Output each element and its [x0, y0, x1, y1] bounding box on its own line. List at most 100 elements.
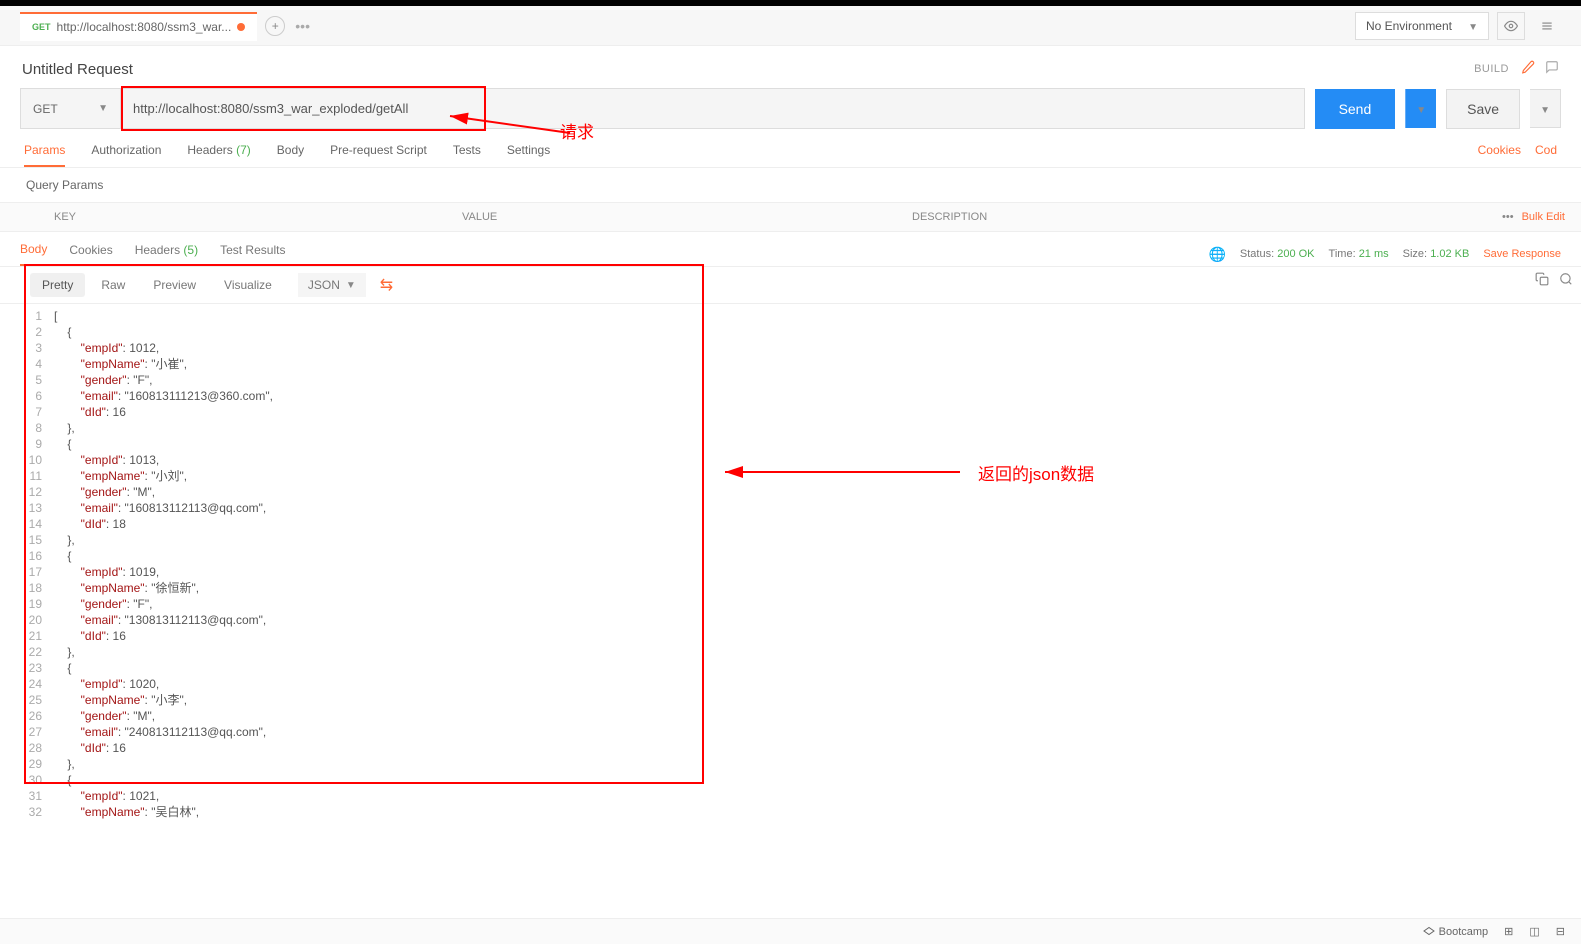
request-tab[interactable]: GET http://localhost:8080/ssm3_war... [20, 12, 257, 41]
tab-settings[interactable]: Settings [507, 143, 550, 167]
url-input[interactable] [121, 89, 1304, 128]
tab-body[interactable]: Body [277, 143, 304, 167]
code-line: 12 "gender": "M", [0, 484, 1581, 500]
query-params-label: Query Params [0, 168, 1581, 202]
search-icon[interactable] [1559, 272, 1573, 289]
panel-layout-icon[interactable]: ⊞ [1504, 925, 1513, 938]
save-dropdown[interactable]: ▼ [1530, 89, 1561, 128]
environment-bar: No Environment ▼ [1355, 12, 1561, 40]
code-line: 9 { [0, 436, 1581, 452]
code-line: 5 "gender": "F", [0, 372, 1581, 388]
code-line: 25 "empName": "小李", [0, 692, 1581, 708]
tab-headers[interactable]: Headers (7) [187, 143, 250, 167]
bootcamp-link[interactable]: Bootcamp [1423, 926, 1489, 938]
panel-bottom-icon[interactable]: ⊟ [1556, 925, 1565, 938]
request-title: Untitled Request [22, 61, 133, 78]
view-preview[interactable]: Preview [141, 273, 208, 297]
code-line: 20 "email": "130813112113@qq.com", [0, 612, 1581, 628]
save-response-link[interactable]: Save Response [1483, 248, 1561, 260]
col-description: DESCRIPTION [900, 203, 1486, 231]
tab-method: GET [32, 22, 51, 32]
request-tabs: Params Authorization Headers (7) Body Pr… [0, 129, 1581, 168]
code-line: 11 "empName": "小刘", [0, 468, 1581, 484]
time-label: Time: 21 ms [1329, 248, 1389, 260]
code-line: 31 "empId": 1021, [0, 788, 1581, 804]
code-line: 10 "empId": 1013, [0, 452, 1581, 468]
env-preview-icon[interactable] [1497, 12, 1525, 40]
status-label: Status: 200 OK [1240, 248, 1315, 260]
environment-select[interactable]: No Environment ▼ [1355, 12, 1489, 40]
method-select[interactable]: GET ▼ [21, 89, 121, 128]
col-key: KEY [0, 203, 450, 231]
copy-icon[interactable] [1535, 272, 1549, 289]
url-group: GET ▼ [20, 88, 1305, 129]
tab-params[interactable]: Params [24, 143, 65, 167]
code-line: 21 "dId": 16 [0, 628, 1581, 644]
footer-bar: Bootcamp ⊞ ◫ ⊟ [0, 918, 1581, 944]
globe-icon[interactable]: 🌐 [1208, 246, 1225, 263]
wrap-lines-icon[interactable]: ⇆ [380, 275, 393, 295]
code-line: 27 "email": "240813112113@qq.com", [0, 724, 1581, 740]
code-line: 16 { [0, 548, 1581, 564]
request-title-row: Untitled Request BUILD [0, 46, 1581, 88]
send-button[interactable]: Send [1315, 89, 1396, 129]
code-line: 23 { [0, 660, 1581, 676]
tab-more-icon[interactable]: ••• [295, 18, 310, 34]
code-line: 26 "gender": "M", [0, 708, 1581, 724]
view-pretty[interactable]: Pretty [30, 273, 85, 297]
caret-down-icon: ▼ [346, 280, 356, 291]
size-label: Size: 1.02 KB [1403, 248, 1470, 260]
bulk-edit-link[interactable]: Bulk Edit [1522, 211, 1565, 223]
response-tabs: Body Cookies Headers (5) Test Results 🌐 … [0, 232, 1581, 267]
view-raw[interactable]: Raw [89, 273, 137, 297]
view-visualize[interactable]: Visualize [212, 273, 284, 297]
code-line: 30 { [0, 772, 1581, 788]
response-body[interactable]: 1[2 {3 "empId": 1012,4 "empName": "小崔",5… [0, 304, 1581, 840]
code-line: 22 }, [0, 644, 1581, 660]
tab-bar: GET http://localhost:8080/ssm3_war... + … [0, 6, 1581, 46]
params-header-row: KEY VALUE DESCRIPTION ••• Bulk Edit [0, 202, 1581, 232]
code-line: 15 }, [0, 532, 1581, 548]
response-body-wrapper: 1[2 {3 "empId": 1012,4 "empName": "小崔",5… [0, 304, 1581, 840]
comment-icon[interactable] [1545, 60, 1559, 78]
tab-authorization[interactable]: Authorization [91, 143, 161, 167]
code-line: 17 "empId": 1019, [0, 564, 1581, 580]
caret-down-icon: ▼ [98, 103, 108, 114]
code-line: 14 "dId": 18 [0, 516, 1581, 532]
code-link[interactable]: Cod [1535, 143, 1557, 167]
settings-icon[interactable] [1533, 12, 1561, 40]
resp-tab-headers[interactable]: Headers (5) [135, 243, 198, 265]
annotation-text-response: 返回的json数据 [978, 460, 1094, 485]
save-button[interactable]: Save [1446, 89, 1520, 129]
code-line: 32 "empName": "吴白林", [0, 804, 1581, 820]
annotation-text-request: 请求 [560, 118, 594, 143]
unsaved-dot-icon [237, 23, 245, 31]
resp-tab-body[interactable]: Body [20, 242, 47, 266]
format-select[interactable]: JSON ▼ [298, 273, 366, 297]
url-row: GET ▼ Send ▼ Save ▼ [0, 88, 1581, 129]
code-line: 28 "dId": 16 [0, 740, 1581, 756]
caret-down-icon: ▼ [1468, 22, 1478, 33]
code-line: 8 }, [0, 420, 1581, 436]
more-icon[interactable]: ••• [1502, 211, 1514, 223]
col-value: VALUE [450, 203, 900, 231]
edit-icon[interactable] [1521, 60, 1535, 78]
cookies-link[interactable]: Cookies [1478, 143, 1521, 167]
code-line: 29 }, [0, 756, 1581, 772]
new-tab-button[interactable]: + [265, 16, 285, 36]
build-label[interactable]: BUILD [1474, 63, 1509, 75]
code-line: 6 "email": "160813111213@360.com", [0, 388, 1581, 404]
send-dropdown[interactable]: ▼ [1405, 89, 1436, 128]
code-line: 1[ [0, 308, 1581, 324]
resp-tab-testresults[interactable]: Test Results [220, 243, 285, 265]
code-line: 3 "empId": 1012, [0, 340, 1581, 356]
resp-tab-cookies[interactable]: Cookies [69, 243, 112, 265]
tab-tests[interactable]: Tests [453, 143, 481, 167]
panel-split-icon[interactable]: ◫ [1529, 925, 1539, 938]
tab-prerequest[interactable]: Pre-request Script [330, 143, 427, 167]
code-line: 2 { [0, 324, 1581, 340]
code-line: 18 "empName": "徐恒新", [0, 580, 1581, 596]
method-value: GET [33, 102, 58, 116]
code-line: 7 "dId": 16 [0, 404, 1581, 420]
code-line: 24 "empId": 1020, [0, 676, 1581, 692]
